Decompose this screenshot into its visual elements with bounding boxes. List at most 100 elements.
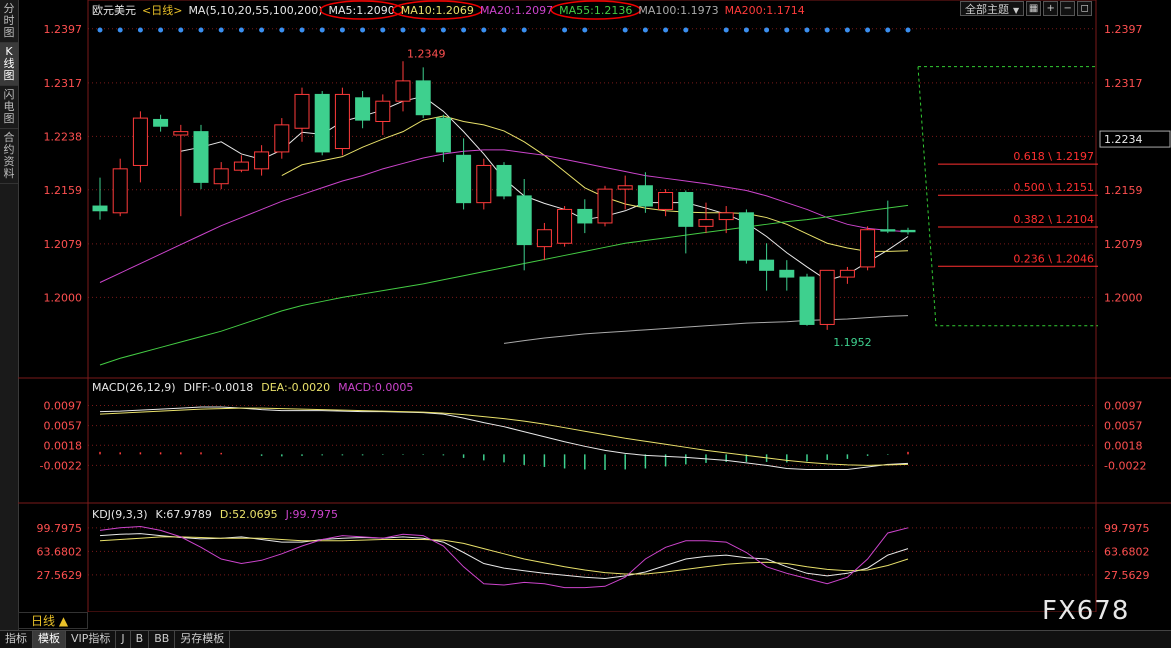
header-ma10: MA10:1.2069 xyxy=(401,4,474,17)
kdj-line-k xyxy=(99,533,909,580)
main-tick-right-0: 1.2397 xyxy=(1104,23,1143,36)
signal-dot-39 xyxy=(885,27,891,33)
signal-dot-31 xyxy=(723,27,729,33)
window-icon[interactable]: ◻ xyxy=(1077,1,1093,16)
kdj-tick-right-1: 63.6802 xyxy=(1104,545,1150,558)
side-tabs: 分时图 K线图 闪电图 合约资料 xyxy=(0,0,19,630)
main-tick-left-0: 1.2397 xyxy=(44,23,83,36)
signal-dot-16 xyxy=(420,27,426,33)
candle-body-27 xyxy=(637,185,653,207)
candle-body-26 xyxy=(617,185,633,190)
kdj-tick-right-2: 27.5629 xyxy=(1104,569,1150,582)
period-button[interactable]: 日线 ▲ xyxy=(18,612,88,629)
plus-icon[interactable]: + xyxy=(1043,1,1059,16)
signal-dot-11 xyxy=(319,27,325,33)
kdj-header-k: K:67.9789 xyxy=(156,508,212,521)
candle-body-13 xyxy=(355,97,371,121)
candle-body-25 xyxy=(597,188,613,224)
main-tick-right-5: 1.2000 xyxy=(1104,291,1143,304)
bottom-tab-2[interactable]: VIP指标 xyxy=(66,631,117,648)
signal-dot-27 xyxy=(642,27,648,33)
header-ma100: MA100:1.1973 xyxy=(638,4,718,17)
bottom-tab-3[interactable]: J xyxy=(116,631,131,648)
current-price-label: 1.2234 xyxy=(1104,133,1143,146)
side-tab-2[interactable]: 闪电图 xyxy=(0,86,18,129)
low-annotation: 1.1952 xyxy=(833,336,872,349)
candle-body-34 xyxy=(779,269,795,278)
bottom-tabs: 指标 模板 VIP指标 J B BB 另存模板 xyxy=(0,630,1171,648)
signal-dot-17 xyxy=(440,27,446,33)
candle-body-0 xyxy=(92,205,108,212)
candle-body-31 xyxy=(718,212,734,221)
bottom-tab-4[interactable]: B xyxy=(131,631,150,648)
signal-dot-36 xyxy=(824,27,830,33)
bottom-tab-1[interactable]: 模板 xyxy=(33,631,66,648)
bottom-tab-6[interactable]: 另存模板 xyxy=(175,631,231,648)
signal-dot-33 xyxy=(764,27,770,33)
header-ma5: MA5:1.2090 xyxy=(329,4,395,17)
main-tick-left-3: 1.2159 xyxy=(44,184,83,197)
bottom-tab-0[interactable]: 指标 xyxy=(0,631,33,648)
candle-body-2 xyxy=(132,117,148,166)
kdj-header-title: KDJ(9,3,3) xyxy=(92,508,148,521)
candle-body-35 xyxy=(799,276,815,325)
kdj-header-j: J:99.7975 xyxy=(285,508,338,521)
signal-dot-8 xyxy=(259,27,265,33)
kdj-tick-left-2: 27.5629 xyxy=(37,569,83,582)
header-ma200: MA200:1.1714 xyxy=(725,4,805,17)
minus-icon[interactable]: − xyxy=(1060,1,1076,16)
signal-dot-38 xyxy=(865,27,871,33)
bottom-tab-5[interactable]: BB xyxy=(149,631,176,648)
candle-body-38 xyxy=(860,229,876,268)
main-tick-left-2: 1.2238 xyxy=(44,130,83,143)
ma-line-MA10 xyxy=(281,115,909,252)
kdj-tick-left-0: 99.7975 xyxy=(37,522,83,535)
fib-label-0: 0.618 \ 1.2197 xyxy=(1013,150,1094,163)
signal-dot-5 xyxy=(198,27,204,33)
candle-body-6 xyxy=(213,168,229,185)
candle-body-40 xyxy=(900,229,916,233)
candle-body-14 xyxy=(375,100,391,122)
high-annotation: 1.2349 xyxy=(407,47,446,60)
candle-body-28 xyxy=(658,192,674,210)
header-period: <日线> xyxy=(142,3,182,17)
side-tab-0[interactable]: 分时图 xyxy=(0,0,18,43)
kdj-header-d: D:52.0695 xyxy=(220,508,278,521)
candle-body-12 xyxy=(334,93,350,150)
signal-dot-37 xyxy=(844,27,850,33)
main-tick-left-5: 1.2000 xyxy=(44,291,83,304)
kdj-tick-left-1: 63.6802 xyxy=(37,545,83,558)
candle-body-1 xyxy=(112,168,128,214)
signal-dot-20 xyxy=(501,27,507,33)
fib-label-2: 0.382 \ 1.2104 xyxy=(1013,213,1094,226)
candle-body-8 xyxy=(254,151,270,170)
candle-body-18 xyxy=(456,154,472,204)
candle-body-24 xyxy=(577,208,593,224)
candle-body-3 xyxy=(153,118,169,127)
macd-tick-left-2: 0.0018 xyxy=(44,439,83,452)
signal-dot-18 xyxy=(461,27,467,33)
grid-icon[interactable]: ▦ xyxy=(1026,1,1042,16)
fib-label-3: 0.236 \ 1.2046 xyxy=(1013,252,1094,265)
candle-body-7 xyxy=(233,161,249,171)
candle-body-30 xyxy=(698,219,714,227)
signal-dot-26 xyxy=(622,27,628,33)
theme-select[interactable]: 全部主题 ▼ xyxy=(960,1,1025,16)
candle-body-20 xyxy=(496,164,512,197)
signal-dot-28 xyxy=(663,27,669,33)
macd-tick-right-2: 0.0018 xyxy=(1104,439,1143,452)
candlestick-chart[interactable]: 1.23971.23971.23171.23171.22381.22381.21… xyxy=(18,0,1171,612)
signal-dot-40 xyxy=(905,27,911,33)
theme-arrow: ▼ xyxy=(1013,6,1020,15)
candle-body-33 xyxy=(759,259,775,271)
candle-body-39 xyxy=(880,229,896,232)
side-tab-1[interactable]: K线图 xyxy=(0,43,18,86)
macd-tick-left-3: -0.0022 xyxy=(40,459,82,472)
signal-dot-10 xyxy=(299,27,305,33)
candle-body-10 xyxy=(294,93,310,129)
side-tab-3[interactable]: 合约资料 xyxy=(0,129,18,184)
fib-label-1: 0.500 \ 1.2151 xyxy=(1013,181,1094,194)
signal-dot-19 xyxy=(481,27,487,33)
header-ma20: MA20:1.2097 xyxy=(480,4,553,17)
signal-dot-12 xyxy=(339,27,345,33)
